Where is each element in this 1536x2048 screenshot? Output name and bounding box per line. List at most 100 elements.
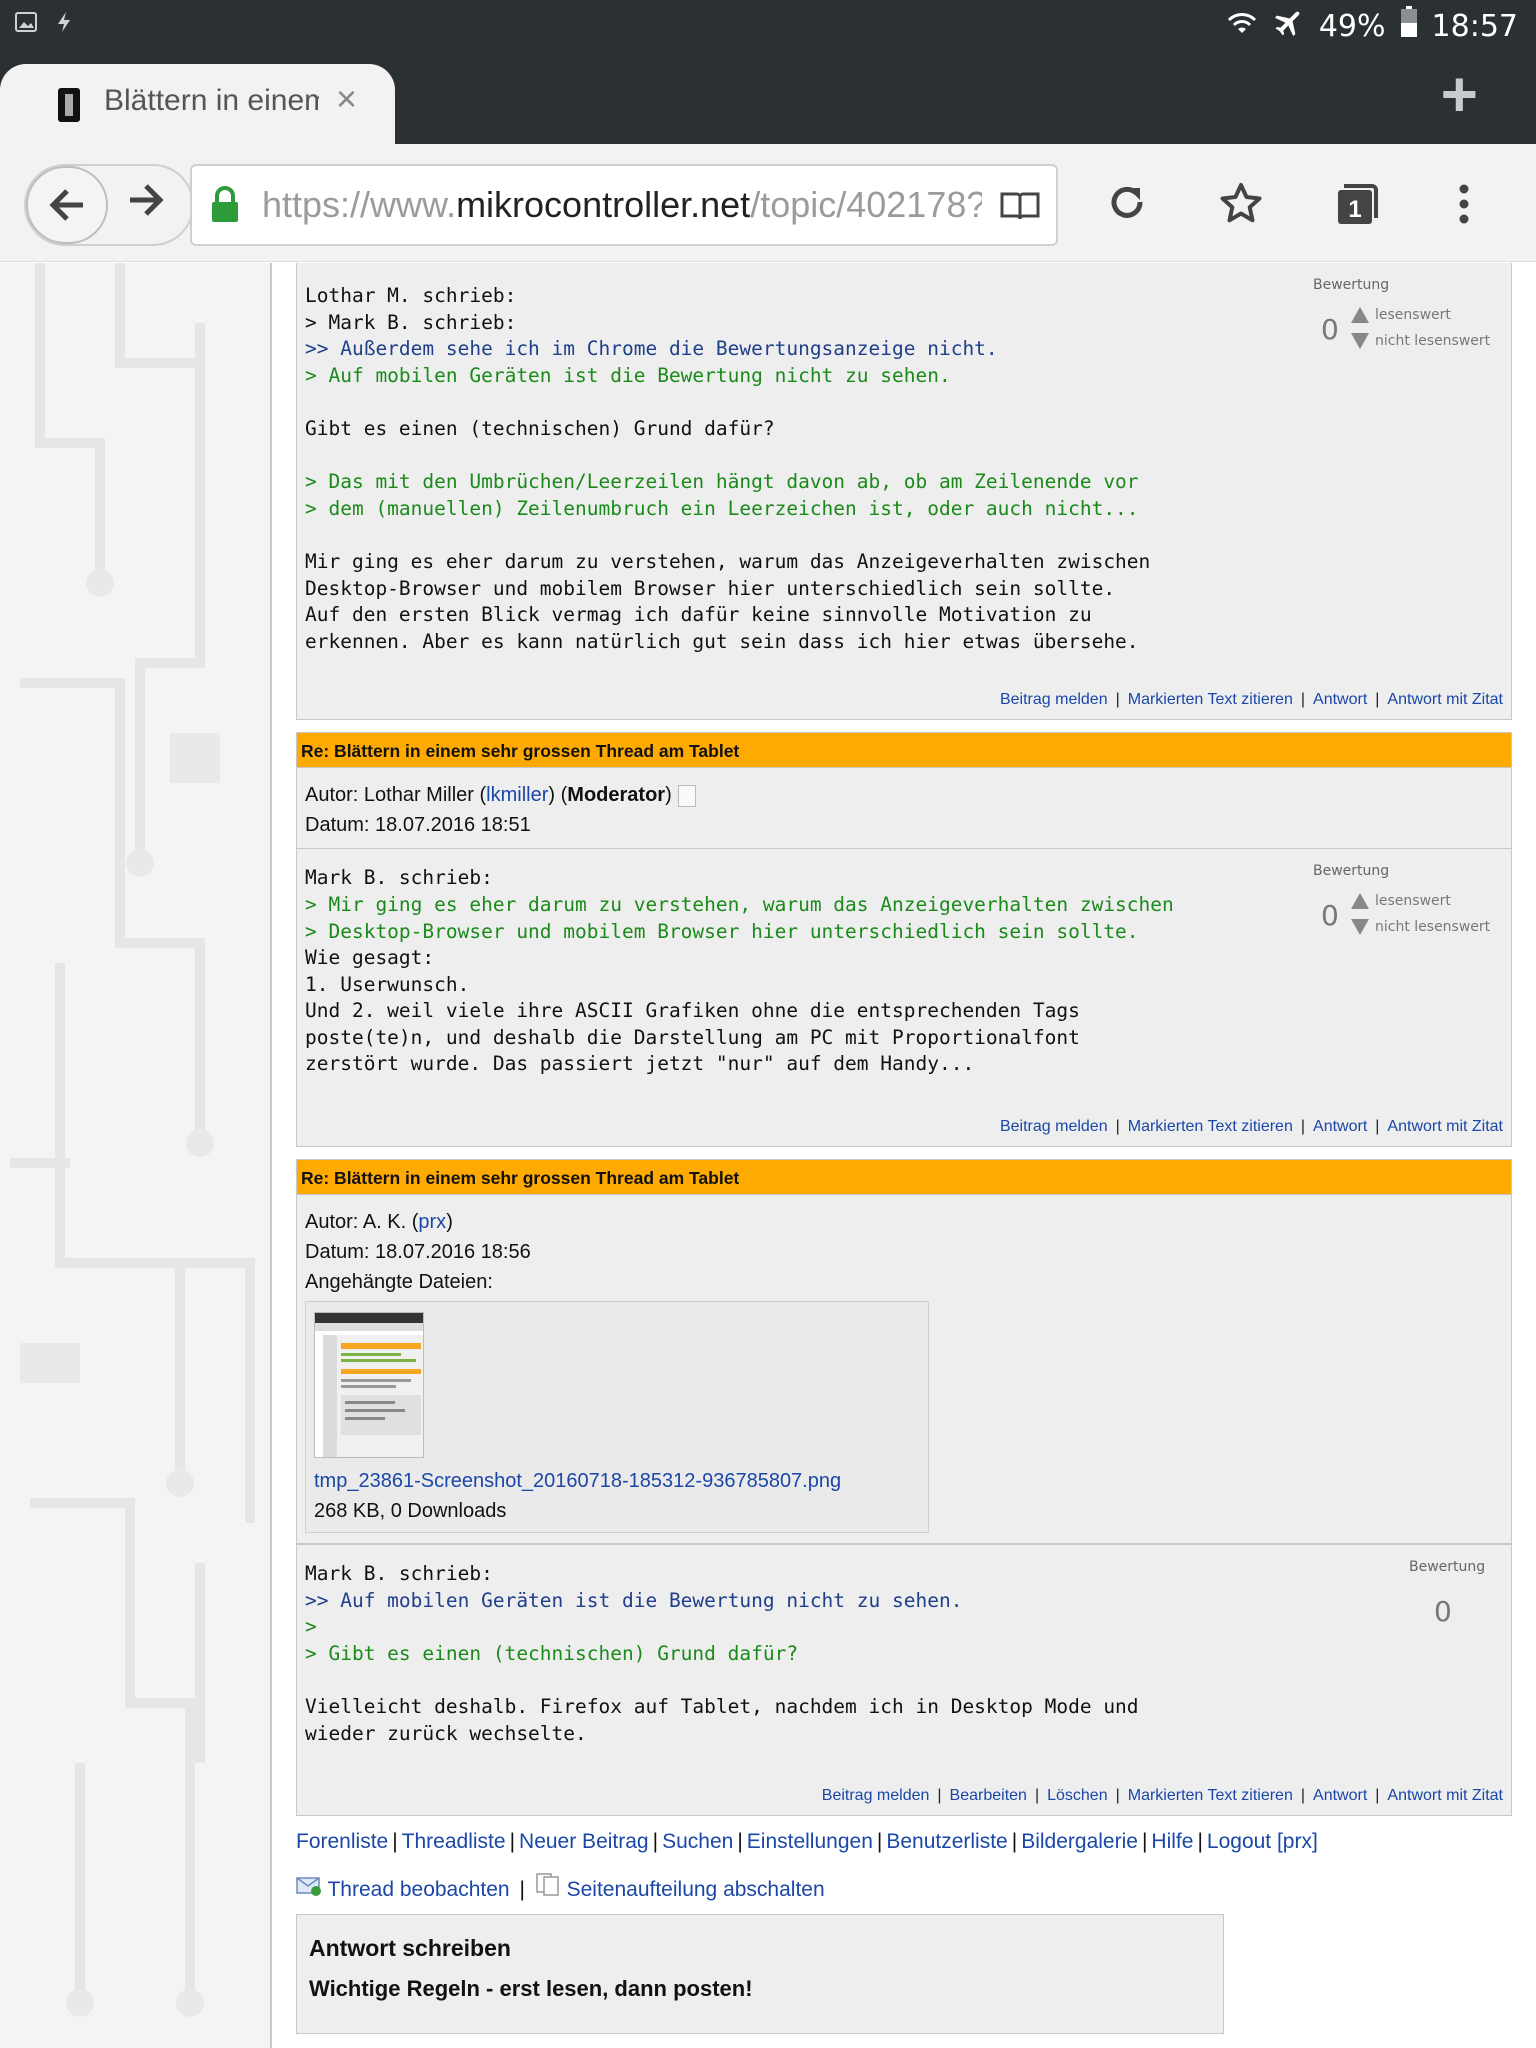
separator: |	[392, 1830, 398, 1854]
rating-title: Bewertung	[1409, 1559, 1486, 1576]
post-actions: Beitrag melden | Markierten Text zitieren |…	[305, 1078, 1503, 1136]
post-line: Mir ging es eher darum zu verstehen, war…	[305, 549, 1151, 573]
separator: |	[519, 1878, 525, 1902]
post-line: Wie gesagt:	[305, 946, 435, 970]
post-line: > Das mit den Umbrüchen/Leerzeilen hängt…	[305, 470, 1139, 494]
rating-widget: Bewertung 0	[1309, 1559, 1499, 1628]
forward-button[interactable]	[126, 182, 166, 223]
upvote-button[interactable]: lesenswert	[1351, 307, 1451, 323]
downvote-label: nicht lesenswert	[1375, 919, 1491, 936]
reply-link[interactable]: Antwort	[1313, 1118, 1367, 1135]
post-line	[305, 389, 1503, 416]
author-username-link[interactable]: prx	[418, 1211, 446, 1233]
author-username-link[interactable]: lkmiller	[486, 784, 548, 806]
reply-with-quote-link[interactable]: Antwort mit Zitat	[1387, 1787, 1503, 1804]
post-line: Und 2. weil viele ihre ASCII Grafiken oh…	[305, 999, 1080, 1023]
author-paren: )	[665, 784, 672, 807]
rating-title: Bewertung	[1313, 277, 1390, 293]
post-line: zerstört wurde. Das passiert jetzt "nur"…	[305, 1052, 975, 1076]
rating-title: Bewertung	[1313, 863, 1390, 880]
clock: 18:57	[1431, 8, 1518, 44]
post-line: erkennen. Aber es kann natürlich gut sei…	[305, 629, 1139, 653]
forum-nav-link[interactable]: Benutzerliste	[886, 1830, 1007, 1853]
upvote-button[interactable]: lesenswert	[1351, 893, 1451, 910]
reply-heading: Antwort schreiben	[309, 1935, 511, 1962]
post-actions: Beitrag melden | Markierten Text zitieren |…	[305, 655, 1503, 709]
post-text: Mark B. schrieb: > Mir ging es eher darum…	[305, 865, 1503, 1078]
forum-nav-link[interactable]: Einstellungen	[747, 1830, 873, 1853]
url-scheme: https://www.	[262, 184, 457, 225]
post-actions: Beitrag melden | Bearbeiten | Löschen | Markie…	[305, 1747, 1503, 1805]
downvote-button[interactable]: nicht lesenswert	[1351, 333, 1490, 349]
address-bar[interactable]: https://www.mikrocontroller.net/topic/40…	[190, 164, 1058, 246]
document-icon[interactable]	[677, 785, 696, 808]
forum-nav-link[interactable]: Suchen	[662, 1830, 733, 1853]
separator: |	[1197, 1830, 1203, 1854]
quote-marked-link[interactable]: Markierten Text zitieren	[1128, 691, 1293, 708]
forum-nav-link[interactable]: Bildergalerie	[1021, 1830, 1138, 1853]
forum-nav-link[interactable]: Logout [prx]	[1207, 1830, 1318, 1853]
author-label: Autor: Lothar Miller (	[305, 784, 487, 807]
report-post-link[interactable]: Beitrag melden	[1000, 1118, 1108, 1135]
arrow-down-icon	[1351, 333, 1369, 349]
menu-dots-icon[interactable]	[1456, 184, 1472, 229]
edit-post-link[interactable]: Bearbeiten	[950, 1787, 1027, 1804]
forum-nav-link[interactable]: Threadliste	[402, 1830, 506, 1853]
pages-icon	[535, 1873, 567, 1901]
author-paren: )	[446, 1211, 453, 1234]
downvote-button[interactable]: nicht lesenswert	[1351, 919, 1491, 936]
quote-marked-link[interactable]: Markierten Text zitieren	[1128, 1787, 1293, 1804]
tab-switcher-icon[interactable]: 1	[1334, 182, 1378, 231]
thread-content: Lothar M. schrieb: > Mark B. schrieb: >> A…	[296, 263, 1512, 2035]
separator: |	[1115, 1118, 1120, 1136]
tab-count: 1	[1348, 196, 1361, 223]
reload-icon[interactable]	[1106, 182, 1148, 229]
rating-widget: Bewertung 0 lesenswert nicht lesenswert	[1309, 863, 1499, 936]
post-body: Mark B. schrieb: >> Auf mobilen Geräten i…	[296, 1544, 1512, 1817]
lock-icon	[210, 186, 240, 229]
reader-mode-icon[interactable]	[1000, 190, 1040, 227]
post-header: Re: Blättern in einem sehr grossen Threa…	[296, 1159, 1512, 1196]
airplane-mode-icon	[1273, 6, 1305, 46]
post-author: Autor: A. K. (prx)	[305, 1207, 1503, 1237]
separator: |	[1300, 691, 1306, 709]
reply-with-quote-link[interactable]: Antwort mit Zitat	[1387, 691, 1503, 708]
forum-nav-link[interactable]: Forenliste	[296, 1830, 388, 1853]
post-line: wieder zurück wechselte.	[305, 1721, 587, 1745]
separator: |	[1300, 1118, 1306, 1136]
reply-with-quote-link[interactable]: Antwort mit Zitat	[1387, 1118, 1503, 1135]
report-post-link[interactable]: Beitrag melden	[1000, 691, 1108, 708]
reply-link[interactable]: Antwort	[1313, 691, 1367, 708]
arrow-down-icon	[1351, 919, 1369, 936]
arrow-left-icon	[49, 189, 83, 221]
system-indicators: 49% 18:57	[1225, 6, 1518, 46]
bookmark-star-icon[interactable]	[1220, 182, 1262, 229]
forum-nav-link[interactable]: Neuer Beitrag	[519, 1830, 649, 1853]
post-text: Mark B. schrieb: >> Auf mobilen Geräten i…	[305, 1561, 1503, 1747]
delete-post-link[interactable]: Löschen	[1047, 1787, 1108, 1804]
separator: |	[509, 1830, 516, 1854]
watch-thread-link[interactable]: Thread beobachten	[327, 1878, 509, 1901]
report-post-link[interactable]: Beitrag melden	[822, 1787, 930, 1804]
disable-paging-link[interactable]: Seitenaufteilung abschalten	[567, 1878, 825, 1901]
browser-tab[interactable]: Blättern in einem ×	[0, 64, 395, 144]
quote-marked-link[interactable]: Markierten Text zitieren	[1128, 1118, 1293, 1135]
post-body: Lothar M. schrieb: > Mark B. schrieb: >> A…	[296, 263, 1512, 721]
url-path: /topic/402178?	[750, 184, 982, 225]
post-date: Datum: 18.07.2016 18:56	[305, 1241, 531, 1264]
attachment-thumbnail[interactable]	[314, 1312, 424, 1459]
site-favicon-icon	[58, 88, 80, 122]
upvote-label: lesenswert	[1375, 307, 1451, 323]
rating-widget: Bewertung 0 lesenswert nicht lesenswert	[1309, 277, 1499, 349]
forum-nav-link[interactable]: Hilfe	[1151, 1830, 1193, 1853]
separator: |	[1115, 691, 1120, 709]
new-tab-icon[interactable]: +	[1441, 62, 1478, 126]
attachments-label: Angehängte Dateien:	[305, 1271, 493, 1294]
tab-close-icon[interactable]: ×	[336, 78, 357, 120]
attachment-file-link[interactable]: tmp_23861-Screenshot_20160718-185312-936…	[314, 1466, 920, 1496]
post-line: > Auf mobilen Geräten ist die Bewertung …	[305, 363, 951, 387]
post-header: Re: Blättern in einem sehr grossen Threa…	[296, 732, 1512, 769]
back-button[interactable]	[26, 166, 108, 244]
reply-link[interactable]: Antwort	[1313, 1787, 1367, 1804]
separator: |	[1034, 1787, 1040, 1805]
